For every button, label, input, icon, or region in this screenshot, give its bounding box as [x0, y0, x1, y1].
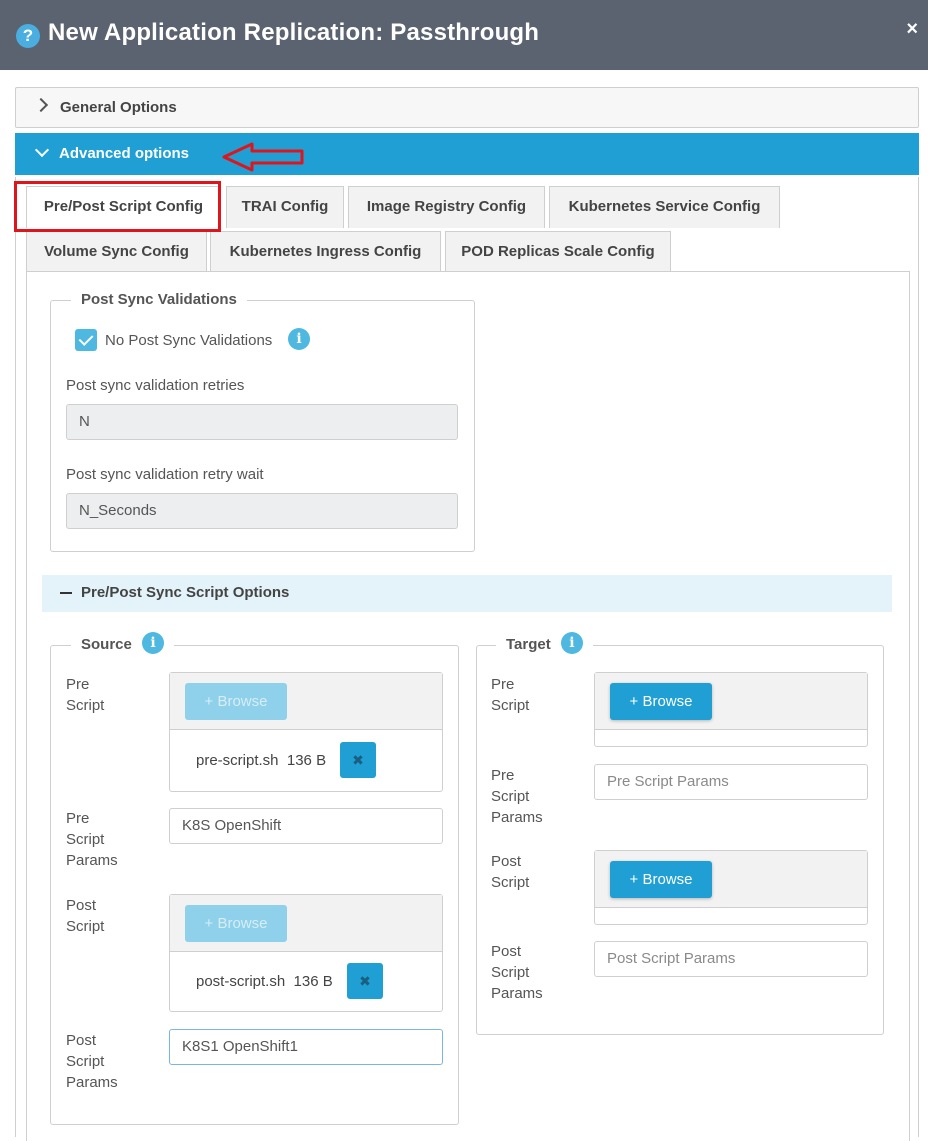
- plus-icon: +: [204, 915, 218, 932]
- general-options-panel-header[interactable]: General Options: [15, 87, 919, 128]
- info-icon[interactable]: i: [142, 632, 165, 655]
- post-sync-validations-legend: Post Sync Validations: [71, 291, 247, 308]
- target-pre-script-label: Pre Script: [491, 676, 530, 714]
- chevron-down-icon: [34, 142, 50, 158]
- plus-icon: +: [204, 693, 218, 710]
- source-legend-text: Source: [81, 636, 132, 653]
- tab-volume-sync-config[interactable]: Volume Sync Config: [26, 231, 207, 273]
- source-post-params-input[interactable]: K8S1 OpenShift1: [169, 1029, 443, 1065]
- target-post-browse-button[interactable]: + Browse: [610, 861, 712, 898]
- general-options-label: General Options: [60, 99, 177, 116]
- target-post-params-label: Post Script Params: [491, 943, 543, 1002]
- target-post-script-label: Post Script: [491, 853, 530, 891]
- target-post-params-input[interactable]: Post Script Params: [594, 941, 868, 977]
- retry-wait-label: Post sync validation retry wait: [66, 466, 264, 483]
- source-pre-browse-button[interactable]: + Browse: [185, 683, 287, 720]
- dialog-titlebar: ? New Application Replication: Passthrou…: [0, 0, 928, 70]
- dialog-title: New Application Replication: Passthrough: [48, 19, 540, 46]
- annotation-arrow-icon: [222, 142, 304, 172]
- script-options-label: Pre/Post Sync Script Options: [81, 584, 290, 601]
- info-icon[interactable]: i: [288, 328, 310, 350]
- source-pre-params-label: Pre Script Params: [66, 810, 118, 869]
- source-pre-params-input[interactable]: K8S OpenShift: [169, 808, 443, 844]
- collapse-minus-icon: [60, 592, 72, 594]
- chevron-right-icon: [33, 97, 49, 113]
- no-post-sync-validations-label: No Post Sync Validations: [105, 332, 273, 349]
- plus-icon: +: [629, 693, 643, 710]
- script-options-section-header[interactable]: Pre/Post Sync Script Options: [42, 575, 892, 612]
- source-post-browse-button[interactable]: + Browse: [185, 905, 287, 942]
- target-pre-params-label: Pre Script Params: [491, 767, 543, 826]
- target-legend: Target i: [496, 632, 593, 655]
- source-pre-script-upload: + Browse pre-script.sh 136 B ✖: [169, 672, 443, 792]
- tab-pod-replicas-scale-config[interactable]: POD Replicas Scale Config: [445, 231, 671, 273]
- source-post-file: post-script.sh 136 B: [196, 973, 333, 990]
- help-icon[interactable]: ?: [16, 24, 40, 48]
- close-icon[interactable]: ×: [906, 18, 918, 41]
- tab-image-registry-config[interactable]: Image Registry Config: [348, 186, 545, 228]
- retries-label: Post sync validation retries: [66, 377, 245, 394]
- remove-pre-file-button[interactable]: ✖: [340, 742, 376, 778]
- target-legend-text: Target: [506, 636, 551, 653]
- tab-kubernetes-ingress-config[interactable]: Kubernetes Ingress Config: [210, 231, 441, 273]
- retry-wait-input[interactable]: N_Seconds: [66, 493, 458, 529]
- source-post-script-upload: + Browse post-script.sh 136 B ✖: [169, 894, 443, 1012]
- source-pre-script-label: Pre Script: [66, 676, 105, 714]
- source-legend: Source i: [71, 632, 175, 655]
- target-pre-script-upload: + Browse: [594, 672, 868, 747]
- plus-icon: +: [629, 871, 643, 888]
- source-post-params-label: Post Script Params: [66, 1032, 118, 1091]
- remove-post-file-button[interactable]: ✖: [347, 963, 383, 999]
- active-tab-highlight: [14, 181, 221, 232]
- advanced-options-label: Advanced options: [59, 145, 190, 162]
- tab-kubernetes-service-config[interactable]: Kubernetes Service Config: [549, 186, 780, 228]
- target-post-script-upload: + Browse: [594, 850, 868, 925]
- target-pre-browse-button[interactable]: + Browse: [610, 683, 712, 720]
- target-pre-params-input[interactable]: Pre Script Params: [594, 764, 868, 800]
- tab-trai-config[interactable]: TRAI Config: [226, 186, 344, 228]
- retries-input[interactable]: N: [66, 404, 458, 440]
- source-pre-file: pre-script.sh 136 B: [196, 752, 327, 769]
- source-post-script-label: Post Script: [66, 897, 105, 935]
- no-post-sync-validations-checkbox[interactable]: [75, 329, 97, 351]
- advanced-options-panel-header[interactable]: Advanced options: [15, 133, 919, 175]
- info-icon[interactable]: i: [560, 632, 583, 655]
